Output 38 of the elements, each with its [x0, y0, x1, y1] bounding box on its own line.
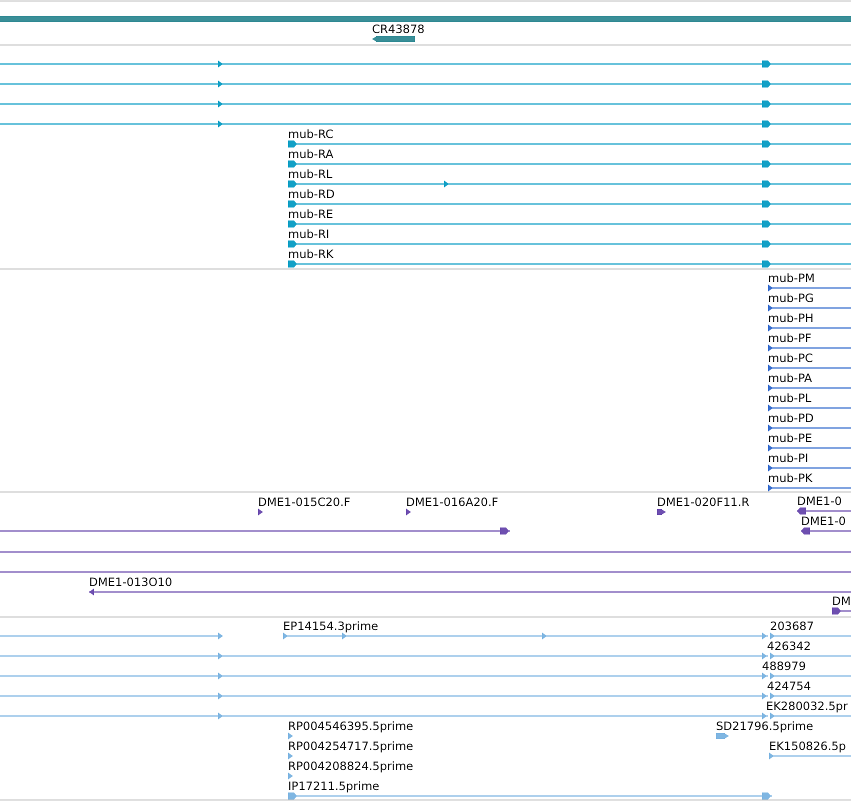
feature-label: mub-RD: [288, 187, 335, 201]
feature-label: mub-PA: [768, 371, 812, 385]
feature-label: mub-PE: [768, 431, 812, 445]
feature-label: mub-PF: [768, 331, 812, 345]
feature-label: mub-RE: [288, 207, 334, 221]
feature-label: mub-PG: [768, 291, 814, 305]
feature-label: DME1-0: [801, 514, 846, 528]
feature-label: DME1-016A20.F: [406, 495, 498, 509]
feature-label: mub-RC: [288, 127, 334, 141]
feature-label: DME1-020F11.R: [657, 495, 750, 509]
feature-label: 203687: [770, 619, 814, 633]
feature-label: DME1-013O10: [89, 575, 172, 589]
feature-label: 426342: [767, 639, 811, 653]
feature-label: mub-PI: [768, 451, 808, 465]
feature-label: IP17211.5prime: [288, 779, 380, 793]
feature-label: EK150826.5p: [769, 739, 846, 753]
feature-label: 488979: [762, 659, 806, 673]
feature-label: mub-PK: [768, 471, 812, 485]
feature-label: RP004254717.5prime: [288, 739, 414, 753]
feature-label: mub-PD: [768, 411, 814, 425]
feature-label: RP004208824.5prime: [288, 759, 414, 773]
feature-label: mub-PH: [768, 311, 814, 325]
feature-label: 424754: [767, 679, 811, 693]
feature-label: SD21796.5prime: [716, 719, 814, 733]
feature-label: EP14154.3prime: [283, 619, 378, 633]
feature-label: mub-RK: [288, 247, 334, 261]
feature-label: mub-RA: [288, 147, 334, 161]
feature-label: mub-RL: [288, 167, 332, 181]
feature-label: mub-RI: [288, 227, 330, 241]
feature-label: EK280032.5pr: [766, 699, 848, 713]
feature-label: mub-PC: [768, 351, 813, 365]
feature-label: mub-PM: [768, 271, 815, 285]
feature-label: DME1-015C20.F: [258, 495, 350, 509]
feature-label: mub-PL: [768, 391, 812, 405]
feature-label: CR43878: [372, 22, 425, 36]
feature-label: DME1-0: [797, 494, 842, 508]
feature-label: DM: [832, 594, 851, 608]
feature-label: RP004546395.5prime: [288, 719, 414, 733]
